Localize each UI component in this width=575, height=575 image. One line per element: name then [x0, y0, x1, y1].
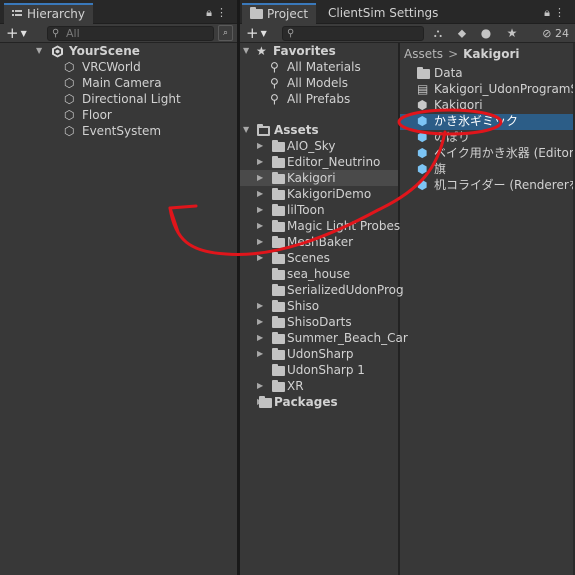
annotation-overlay [168, 108, 503, 256]
annotation-arrow-line [168, 130, 447, 256]
annotation-arrow-head [168, 204, 198, 234]
annotation-circle [397, 108, 503, 136]
